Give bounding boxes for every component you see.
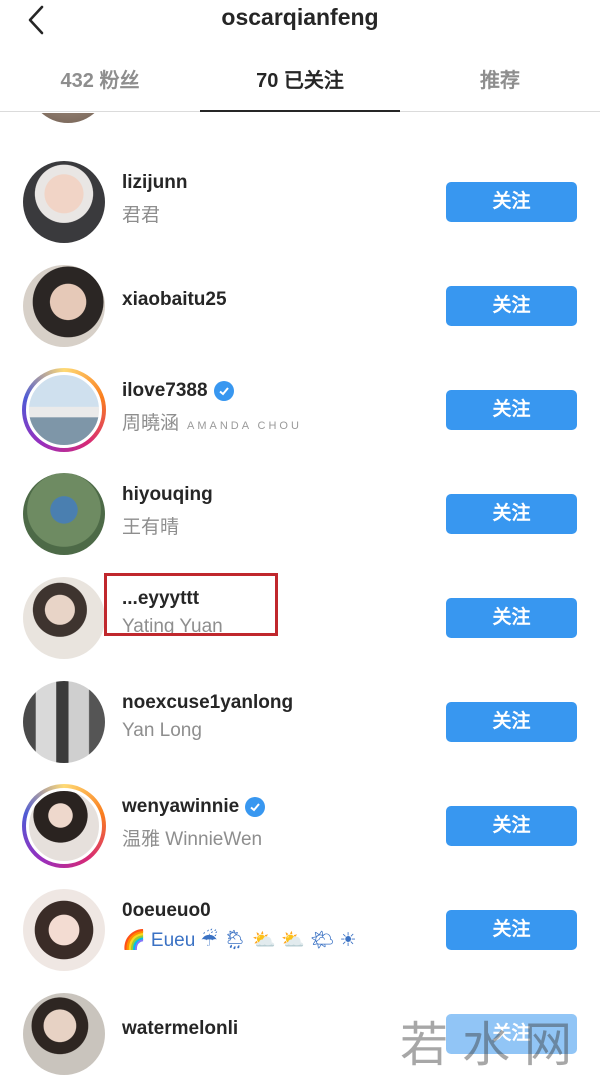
tab-bar: 432 粉丝 70 已关注 推荐: [0, 58, 600, 112]
follow-button[interactable]: 关注: [446, 598, 577, 638]
highlight-annotation-box: [104, 573, 278, 636]
follow-button[interactable]: 关注: [446, 806, 577, 846]
full-name: 周曉涵 AMANDA CHOU: [122, 408, 422, 434]
follow-button[interactable]: 关注: [446, 910, 577, 950]
username-row: wenyawinnie: [122, 794, 422, 820]
verified-badge-icon: [245, 797, 266, 817]
page-title: oscarqianfeng: [221, 4, 379, 30]
username[interactable]: lizijunn: [122, 170, 422, 196]
avatar[interactable]: [22, 680, 106, 764]
full-name: Yan Long: [122, 720, 202, 741]
list-item[interactable]: lizijunn 君君 关注: [0, 150, 600, 254]
follow-button[interactable]: 关注: [446, 702, 577, 742]
avatar[interactable]: [22, 264, 106, 348]
username[interactable]: watermelonli: [122, 1016, 422, 1042]
full-name: 温雅 WinnieWen: [122, 829, 263, 850]
list-item[interactable]: xiaobaitu25 关注: [0, 254, 600, 358]
username[interactable]: wenyawinnie: [122, 796, 239, 818]
avatar[interactable]: [22, 368, 106, 452]
list-item[interactable]: ...eyyyttt Yating Yuan 关注: [0, 566, 600, 670]
top-bar: oscarqianfeng: [0, 0, 600, 44]
tab-following[interactable]: 70 已关注: [200, 58, 400, 112]
tab-followers[interactable]: 432 粉丝: [0, 58, 200, 111]
avatar[interactable]: [22, 472, 106, 556]
verified-badge-icon: [213, 381, 234, 401]
list-item[interactable]: hiyouqing 王有晴 关注: [0, 462, 600, 566]
avatar[interactable]: [22, 992, 106, 1076]
full-name: 王有晴: [122, 517, 180, 538]
following-list: lizijunn 君君 关注 xiaobaitu25 关注 ilove7388: [0, 113, 600, 1081]
watermark: 若水网: [399, 1017, 586, 1073]
full-name: 君君: [122, 205, 161, 226]
follow-button[interactable]: 关注: [446, 390, 577, 430]
avatar[interactable]: [22, 160, 106, 244]
full-name-extra: AMANDA CHOU: [187, 420, 302, 432]
follow-button[interactable]: 关注: [446, 286, 577, 326]
username[interactable]: xiaobaitu25: [122, 287, 422, 313]
full-name: 🌈 Eueu ☔ 🌦 ⛅ ⛅ 🌤 ☀: [122, 930, 357, 951]
follow-button[interactable]: 关注: [446, 494, 577, 534]
follow-button[interactable]: 关注: [446, 182, 577, 222]
tab-suggested[interactable]: 推荐: [400, 58, 600, 111]
list-item[interactable]: 0oeueuo0 🌈 Eueu ☔ 🌦 ⛅ ⛅ 🌤 ☀ 关注: [0, 878, 600, 982]
avatar[interactable]: [22, 784, 106, 868]
username-row: ilove7388: [122, 378, 422, 404]
username[interactable]: noexcuse1yanlong: [122, 690, 422, 716]
avatar[interactable]: [22, 576, 106, 660]
username[interactable]: ilove7388: [122, 380, 208, 402]
list-item[interactable]: wenyawinnie 温雅 WinnieWen 关注: [0, 774, 600, 878]
username[interactable]: 0oeueuo0: [122, 898, 422, 924]
full-name-text: 周曉涵: [122, 413, 180, 434]
username[interactable]: hiyouqing: [122, 482, 422, 508]
avatar[interactable]: [28, 113, 108, 123]
avatar[interactable]: [22, 888, 106, 972]
list-item[interactable]: noexcuse1yanlong Yan Long 关注: [0, 670, 600, 774]
list-item[interactable]: ilove7388 周曉涵 AMANDA CHOU 关注: [0, 358, 600, 462]
